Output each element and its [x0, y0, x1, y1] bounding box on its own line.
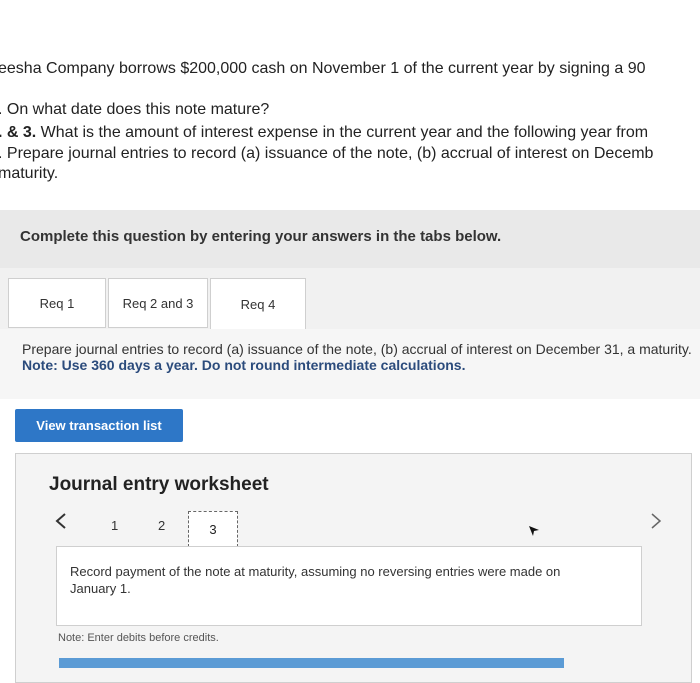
tab-req-1[interactable]: Req 1 — [8, 278, 106, 328]
instructions-text: Prepare journal entries to record (a) is… — [22, 341, 692, 357]
debits-note: Note: Enter debits before credits. — [58, 632, 219, 644]
problem-line-2: . On what date does this note mature? — [0, 101, 270, 118]
tab-req-2-and-3[interactable]: Req 2 and 3 — [108, 278, 208, 328]
problem-line-3-text: What is the amount of interest expense i… — [36, 124, 649, 141]
journal-table-header — [59, 658, 564, 668]
problem-line-3-prefix: . & 3. — [0, 124, 37, 141]
tab-req-4[interactable]: Req 4 — [210, 278, 306, 330]
page-button-1[interactable]: 1 — [111, 518, 118, 533]
journal-entry-worksheet: Journal entry worksheet 1 2 3 Record pay… — [15, 453, 692, 683]
complete-question-text: Complete this question by entering your … — [20, 228, 502, 245]
transaction-description-box: Record payment of the note at maturity, … — [56, 546, 642, 626]
tab-bar: Req 1 Req 2 and 3 Req 4 — [0, 268, 700, 330]
problem-line-5: maturity. — [0, 165, 59, 182]
complete-question-banner: Complete this question by entering your … — [0, 210, 700, 268]
chevron-left-icon[interactable] — [54, 512, 68, 536]
page-button-2[interactable]: 2 — [158, 518, 165, 533]
mouse-pointer-icon — [528, 524, 540, 536]
instructions: Prepare journal entries to record (a) is… — [22, 341, 700, 373]
instructions-panel: Prepare journal entries to record (a) is… — [0, 329, 700, 399]
problem-line-4: . Prepare journal entries to record (a) … — [0, 145, 654, 162]
problem-line-1: eesha Company borrows $200,000 cash on N… — [0, 60, 646, 77]
instructions-note: Note: Use 360 days a year. Do not round … — [22, 357, 466, 373]
worksheet-title: Journal entry worksheet — [49, 474, 269, 495]
page-button-3-active[interactable]: 3 — [188, 511, 238, 547]
transaction-description: Record payment of the note at maturity, … — [70, 564, 561, 596]
view-transaction-list-button[interactable]: View transaction list — [15, 409, 183, 442]
problem-statement: eesha Company borrows $200,000 cash on N… — [0, 0, 700, 210]
chevron-right-icon[interactable] — [649, 512, 663, 536]
problem-line-3: . & 3. What is the amount of interest ex… — [0, 124, 648, 142]
